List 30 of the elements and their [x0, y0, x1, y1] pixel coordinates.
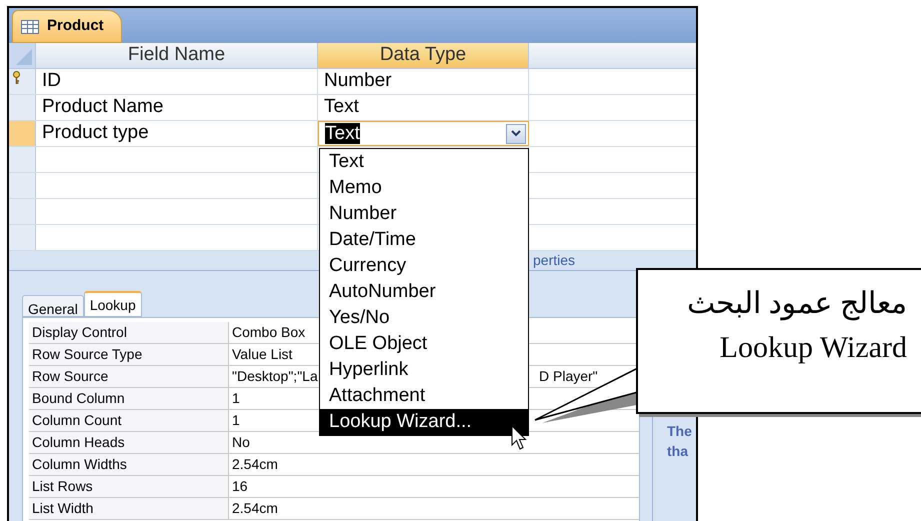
property-value: Combo Box	[232, 323, 306, 342]
field-properties-label: perties	[533, 251, 576, 270]
property-value: No	[232, 433, 250, 452]
property-value: 1	[232, 389, 240, 408]
property-name: Column Widths	[32, 455, 127, 474]
field-name: ID	[42, 69, 61, 94]
property-name: Row Source Type	[32, 345, 142, 364]
help-text: tha	[667, 442, 690, 461]
field-name: Product Name	[42, 95, 164, 120]
property-name: List Width	[32, 499, 94, 518]
property-name: Row Source	[32, 367, 108, 386]
field-name: Product type	[42, 121, 149, 146]
property-value: D Player"	[539, 367, 598, 386]
data-type: Text	[324, 95, 359, 120]
property-value: 16	[232, 477, 248, 496]
property-value: 1	[232, 411, 240, 430]
property-value: "Desktop";"La	[232, 367, 318, 386]
callout-text: معالج عمود البحث	[687, 286, 907, 322]
callout-text: Lookup Wizard	[720, 330, 907, 366]
property-name: Column Count	[32, 411, 122, 430]
data-type: Number	[324, 69, 392, 94]
help-text: The	[667, 422, 693, 441]
property-name: Column Heads	[32, 433, 125, 452]
property-name: Display Control	[32, 323, 127, 342]
property-name: List Rows	[32, 477, 93, 496]
property-name: Bound Column	[32, 389, 125, 408]
property-value: 2.54cm	[232, 499, 278, 518]
property-value: 2.54cm	[232, 455, 278, 474]
column-header: Data Type	[318, 43, 529, 68]
property-value: Value List	[232, 345, 292, 364]
